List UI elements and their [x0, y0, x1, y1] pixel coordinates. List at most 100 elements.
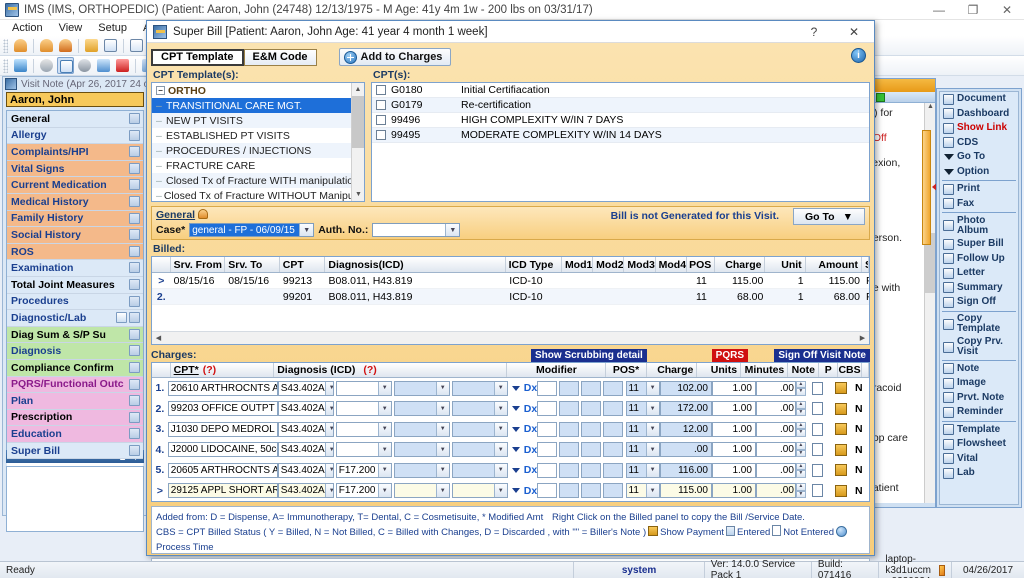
charge-diagnosis-3-select[interactable]: ▼ — [393, 380, 450, 396]
stepper-down-icon[interactable]: ▼ — [795, 408, 806, 417]
sidebar-item-prescription[interactable]: Prescription — [7, 409, 143, 427]
mapped-icd9-link[interactable]: Dx — [524, 485, 537, 497]
scroll-up-arrow[interactable]: ▲ — [925, 103, 935, 114]
chevron-down-icon[interactable]: ▼ — [377, 484, 391, 498]
charge-diagnosis-4-select[interactable]: ▼ — [451, 401, 508, 417]
chevron-down-icon[interactable]: ▼ — [493, 402, 507, 416]
right-panel-item-letter[interactable]: Letter — [940, 266, 1018, 281]
charge-diagnosis-3-select[interactable]: ▼ — [393, 462, 450, 478]
chevron-down-icon[interactable]: ▼ — [493, 484, 507, 498]
charge-units-field[interactable]: 1.00 — [711, 401, 756, 417]
print-icon[interactable] — [95, 57, 112, 74]
stepper-up-icon[interactable]: ▲ — [795, 421, 806, 430]
section-detail-icon[interactable] — [129, 345, 140, 357]
toolbar-grip[interactable] — [3, 38, 8, 53]
charge-cpt-select[interactable]: J2000 LIDOCAINE, 50cc▼ — [167, 442, 278, 458]
charge-modifier-4-field[interactable] — [603, 421, 624, 437]
chevron-down-icon[interactable]: ▼ — [645, 381, 659, 395]
chevron-down-icon[interactable]: ▼ — [324, 402, 333, 416]
menu-setup[interactable]: Setup — [90, 22, 135, 34]
chevron-down-icon[interactable]: ▼ — [645, 443, 659, 457]
panel-collapse-handle[interactable] — [922, 130, 931, 245]
charge-units-field[interactable]: 1.00 — [711, 421, 756, 437]
minimize-button[interactable]: — — [922, 0, 956, 20]
billed-row[interactable]: >08/15/16 08/15/16 99213 B08.011, H43.819 IC… — [152, 273, 869, 289]
cpt-template-tree-item[interactable]: − ORTHO — [152, 83, 364, 98]
charge-modifier-1-field[interactable] — [537, 442, 558, 458]
charge-diagnosis-1-select[interactable]: S43.402A▼ — [277, 442, 334, 458]
caret-down-icon[interactable] — [511, 467, 520, 473]
charge-modifier-2-field[interactable] — [559, 462, 580, 478]
charge-modifier-2-field[interactable] — [559, 401, 580, 417]
section-detail-icon[interactable] — [129, 411, 140, 423]
charge-diagnosis-4-select[interactable]: ▼ — [451, 380, 508, 396]
charge-pos-select[interactable]: 11 ▼ — [625, 380, 660, 396]
chevron-down-icon[interactable]: ▼ — [377, 463, 391, 477]
sidebar-item-education[interactable]: Education — [7, 426, 143, 443]
stepper-up-icon[interactable]: ▲ — [795, 462, 806, 471]
caret-down-icon[interactable] — [511, 488, 520, 494]
charge-diagnosis-4-select[interactable]: ▼ — [451, 442, 508, 458]
charge-cpt-select[interactable]: 29125 APPL SHORT AR▼ — [167, 483, 278, 499]
right-panel-item-reminder[interactable]: Reminder — [940, 405, 1018, 420]
section-detail-icon[interactable] — [129, 444, 140, 456]
dialog-help-button[interactable]: ? — [794, 21, 834, 43]
section-detail-icon[interactable] — [129, 262, 140, 274]
cpt-checkbox[interactable] — [376, 130, 386, 140]
tree-scrollbar-thumb[interactable] — [352, 96, 364, 148]
right-panel-item-copy-prv-visit[interactable]: Copy Prv. Visit — [940, 336, 1018, 359]
menu-view[interactable]: View — [51, 22, 91, 34]
chevron-down-icon[interactable]: ▼ — [299, 224, 314, 236]
charge-cpt-select[interactable]: 20610 ARTHROCNTS A▼ — [167, 380, 278, 396]
charge-modifier-1-field[interactable] — [537, 401, 558, 417]
sidebar-item-current-medication[interactable]: Current Medication — [7, 177, 143, 194]
chevron-down-icon[interactable]: ▼ — [493, 422, 507, 436]
charge-minutes-stepper[interactable]: ▲ ▼ — [795, 483, 806, 499]
charge-modifier-3-field[interactable] — [581, 401, 602, 417]
tree-scroll-down-icon[interactable]: ▼ — [352, 188, 364, 201]
charge-minutes-field[interactable]: .00 — [755, 462, 796, 478]
charge-row[interactable]: 5.20605 ARTHROCNTS A▼S43.402A▼F17.200▼▼▼… — [152, 460, 869, 481]
section-detail-icon[interactable] — [129, 195, 140, 207]
charge-minutes-field[interactable]: .00 — [755, 380, 796, 396]
sidebar-item-diagnosis[interactable]: Diagnosis — [7, 343, 143, 360]
section-detail-icon[interactable] — [129, 229, 140, 241]
show-payment-icon[interactable] — [834, 484, 847, 497]
charge-modifier-1-field[interactable] — [537, 483, 558, 499]
right-panel-item-sign-off[interactable]: Sign Off — [940, 295, 1018, 310]
section-detail-icon[interactable] — [129, 395, 140, 407]
section-detail-icon[interactable] — [129, 212, 140, 224]
charge-modifier-2-field[interactable] — [559, 421, 580, 437]
stepper-down-icon[interactable]: ▼ — [795, 490, 806, 499]
sidebar-item-ros[interactable]: ROS — [7, 243, 143, 261]
stepper-up-icon[interactable]: ▲ — [795, 380, 806, 389]
info-icon[interactable]: i — [851, 48, 866, 63]
cpt-template-tree-item[interactable]: – PROCEDURES / INJECTIONS — [152, 143, 364, 158]
stepper-up-icon[interactable]: ▲ — [795, 483, 806, 491]
patient-name-field[interactable]: Aaron, John — [6, 92, 144, 107]
show-payment-icon[interactable] — [834, 402, 847, 415]
chevron-down-icon[interactable]: ▼ — [324, 381, 333, 395]
dialog-close-button[interactable]: ✕ — [834, 21, 874, 43]
cpt-template-tree-item[interactable]: – TRANSITIONAL CARE MGT. — [152, 98, 364, 113]
charge-diagnosis-1-select[interactable]: S43.402A▼ — [277, 401, 334, 417]
open-chart-icon[interactable] — [12, 57, 29, 74]
charge-pos-select[interactable]: 11 ▼ — [625, 401, 660, 417]
charge-diagnosis-1-select[interactable]: S43.402A▼ — [277, 462, 334, 478]
section-detail-icon[interactable] — [129, 162, 140, 174]
mapped-icd9-link[interactable]: Dx — [524, 382, 537, 394]
charge-diagnosis-4-select[interactable]: ▼ — [451, 483, 508, 499]
sidebar-item-examination[interactable]: Examination — [7, 260, 143, 277]
section-detail-icon[interactable] — [129, 378, 140, 390]
charge-row[interactable]: 4.J2000 LIDOCAINE, 50cc▼S43.402A▼▼▼▼Dx11… — [152, 440, 869, 461]
cpt-list-item[interactable]: 99495 MODERATE COMPLEXITY W/IN 14 DAYS — [372, 128, 869, 143]
chevron-down-icon[interactable]: ▼ — [324, 443, 333, 457]
note-icon[interactable] — [811, 381, 823, 395]
charge-diagnosis-2-select[interactable]: ▼ — [335, 380, 392, 396]
chevron-down-icon[interactable]: ▼ — [435, 422, 449, 436]
charge-amount-field[interactable]: .00 — [659, 442, 712, 458]
caret-down-icon[interactable] — [511, 447, 520, 453]
charge-diagnosis-2-select[interactable]: ▼ — [335, 401, 392, 417]
section-detail-icon[interactable] — [129, 328, 140, 340]
right-panel-item-follow-up[interactable]: Follow Up — [940, 252, 1018, 267]
